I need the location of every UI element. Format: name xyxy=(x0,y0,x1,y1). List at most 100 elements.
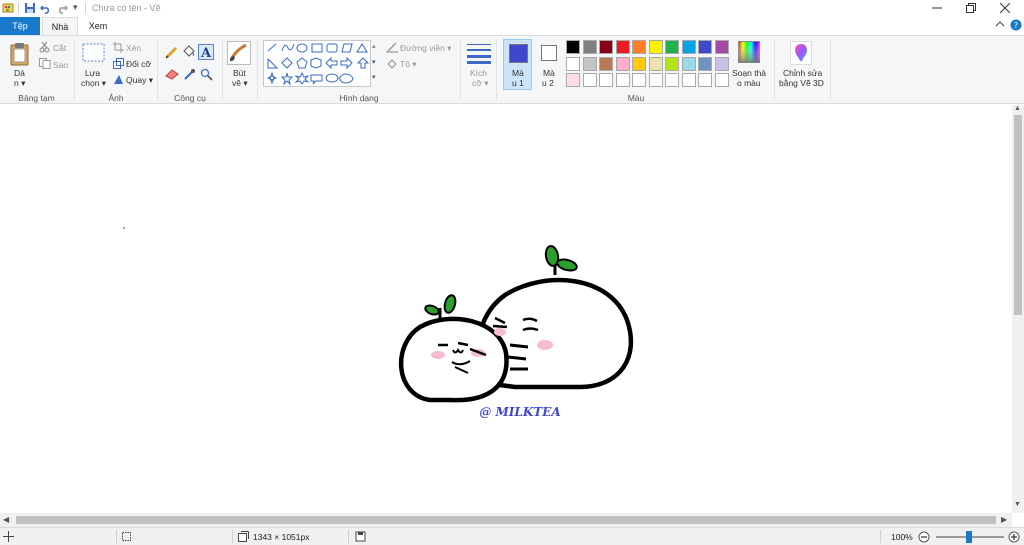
tab-view[interactable]: Xem xyxy=(80,17,116,35)
color2-label-2[interactable]: u 2 xyxy=(542,78,554,88)
crop-icon[interactable] xyxy=(113,42,124,53)
paint3d-label-2[interactable]: bằng Vẽ 3D xyxy=(779,78,824,88)
palette-swatch[interactable] xyxy=(648,56,663,71)
size-button-label-2[interactable]: cỡ ▾ xyxy=(472,78,488,89)
select-button-label-2[interactable]: chọn ▾ xyxy=(81,78,106,89)
palette-swatch[interactable] xyxy=(566,40,580,54)
rotate-icon[interactable] xyxy=(113,74,124,85)
select-icon[interactable] xyxy=(82,43,106,63)
brushes-icon[interactable] xyxy=(227,41,251,65)
text-icon[interactable]: A xyxy=(198,44,214,60)
resize-icon[interactable] xyxy=(113,58,124,69)
paste-button-label-2[interactable]: n ▾ xyxy=(14,78,25,89)
outline-icon[interactable] xyxy=(386,42,398,53)
scroll-left-arrow[interactable]: ◀ xyxy=(3,515,9,524)
palette-swatch[interactable] xyxy=(582,56,597,71)
palette-swatch[interactable] xyxy=(599,73,613,87)
palette-swatch[interactable] xyxy=(681,73,696,87)
scroll-down-arrow[interactable]: ▼ xyxy=(1014,501,1021,508)
color2-swatch[interactable] xyxy=(541,45,557,61)
vertical-scroll-thumb[interactable] xyxy=(1014,115,1022,315)
zoom-in-icon[interactable] xyxy=(1008,531,1020,543)
color1-button[interactable]: Mà u 1 xyxy=(503,39,532,90)
scroll-right-arrow[interactable]: ▶ xyxy=(1001,515,1007,524)
palette-swatch[interactable] xyxy=(599,40,613,54)
select-button-label[interactable]: Lựa xyxy=(85,68,100,78)
scroll-up-arrow[interactable]: ▲ xyxy=(1014,105,1021,112)
palette-swatch[interactable] xyxy=(714,56,729,71)
palette-swatch[interactable] xyxy=(698,73,712,87)
copy-button[interactable]: Sao xyxy=(53,60,68,70)
palette-swatch[interactable] xyxy=(582,40,597,54)
help-icon[interactable]: ? xyxy=(1010,19,1022,31)
brushes-button-label-2[interactable]: vẽ ▾ xyxy=(232,78,248,89)
palette-swatch[interactable] xyxy=(615,73,630,87)
palette-swatch[interactable] xyxy=(599,56,613,71)
horizontal-scroll-thumb[interactable] xyxy=(16,516,996,524)
qat-customize-button[interactable]: ▾ xyxy=(73,2,78,13)
paint3d-label[interactable]: Chỉnh sửa xyxy=(783,68,822,78)
fill-shape-icon[interactable] xyxy=(386,58,398,69)
edit-colors-label[interactable]: Soạn thả xyxy=(732,68,766,78)
palette-swatch[interactable] xyxy=(665,40,679,54)
restore-icon[interactable] xyxy=(966,3,976,13)
horizontal-scrollbar[interactable]: ◀ ▶ xyxy=(0,513,1012,527)
palette-swatch[interactable] xyxy=(665,56,679,71)
size-icon[interactable] xyxy=(467,42,491,64)
eraser-icon[interactable] xyxy=(165,68,179,80)
redo-icon[interactable] xyxy=(56,2,68,14)
color-picker-icon[interactable] xyxy=(183,68,196,81)
rotate-button[interactable]: Quay ▾ xyxy=(126,75,153,86)
save-icon[interactable] xyxy=(24,2,36,14)
palette-swatch[interactable] xyxy=(714,73,729,87)
cut-icon[interactable] xyxy=(39,42,50,53)
palette-swatch[interactable] xyxy=(681,56,696,71)
palette-swatch[interactable] xyxy=(681,40,696,54)
shapes-gallery[interactable] xyxy=(263,40,371,87)
magnifier-icon[interactable] xyxy=(200,68,213,81)
paste-button-label[interactable]: Dá xyxy=(14,68,25,78)
close-icon[interactable] xyxy=(1000,3,1010,13)
palette-swatch[interactable] xyxy=(698,56,712,71)
palette-swatch[interactable] xyxy=(615,40,630,54)
shapes-scroll-up[interactable]: ▴ xyxy=(372,42,376,50)
palette-swatch[interactable] xyxy=(648,73,663,87)
palette-swatch[interactable] xyxy=(615,56,630,71)
vertical-scrollbar[interactable]: ▲ ▼ xyxy=(1012,105,1024,513)
crop-button[interactable]: Xén xyxy=(126,43,141,53)
palette-swatch[interactable] xyxy=(632,40,646,54)
minimize-icon[interactable] xyxy=(932,4,942,12)
paint3d-icon[interactable] xyxy=(790,41,812,65)
drawing-canvas[interactable]: @ MILKTEA xyxy=(0,105,1012,513)
resize-button[interactable]: Đổi cỡ xyxy=(126,59,151,69)
edit-colors-label-2[interactable]: o màu xyxy=(737,78,761,88)
palette-swatch[interactable] xyxy=(698,40,712,54)
palette-swatch[interactable] xyxy=(566,73,580,87)
tab-file[interactable]: Tệp xyxy=(0,17,40,35)
shapes-scroll-down[interactable]: ▾ xyxy=(372,58,376,66)
paste-icon[interactable] xyxy=(9,42,31,66)
shapes-more[interactable]: ▾ xyxy=(372,73,376,81)
palette-swatch[interactable] xyxy=(632,73,646,87)
outline-button[interactable]: Đường viền ▾ xyxy=(400,43,451,54)
undo-icon[interactable] xyxy=(40,2,52,14)
palette-swatch[interactable] xyxy=(648,40,663,54)
cut-button[interactable]: Cắt xyxy=(53,43,66,53)
pencil-icon[interactable] xyxy=(165,46,178,59)
fill-shape-button[interactable]: Tô ▾ xyxy=(400,59,417,70)
palette-swatch[interactable] xyxy=(632,56,646,71)
size-button-label[interactable]: Kích xyxy=(470,68,487,78)
palette-swatch[interactable] xyxy=(582,73,597,87)
brushes-button-label[interactable]: Bút xyxy=(233,68,246,78)
fill-icon[interactable] xyxy=(182,45,196,59)
zoom-slider-thumb[interactable] xyxy=(966,531,972,543)
paint-app-icon[interactable] xyxy=(2,2,15,14)
color2-label[interactable]: Mà xyxy=(543,68,555,78)
tab-home[interactable]: Nhà xyxy=(42,17,78,36)
palette-swatch[interactable] xyxy=(714,40,729,54)
zoom-out-icon[interactable] xyxy=(918,531,930,543)
palette-swatch[interactable] xyxy=(665,73,679,87)
ribbon-collapse-icon[interactable] xyxy=(995,20,1005,30)
palette-swatch[interactable] xyxy=(566,56,580,71)
edit-colors-icon[interactable] xyxy=(738,41,760,63)
